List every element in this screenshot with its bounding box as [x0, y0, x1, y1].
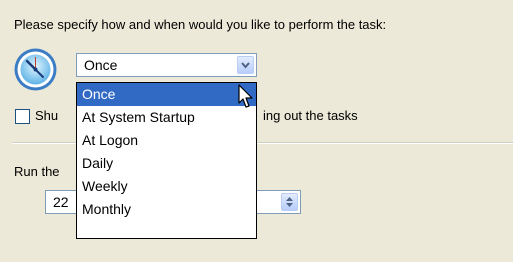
option-monthly[interactable]: Monthly: [77, 198, 256, 221]
schedule-select[interactable]: Once: [76, 53, 257, 77]
run-label: Run the: [14, 164, 60, 179]
clock-icon: [14, 48, 57, 91]
option-once[interactable]: Once: [77, 83, 256, 106]
spin-arrows-icon[interactable]: [281, 193, 298, 211]
option-weekly[interactable]: Weekly: [77, 175, 256, 198]
option-daily[interactable]: Daily: [77, 152, 256, 175]
option-at-system-startup[interactable]: At System Startup: [77, 106, 256, 129]
option-at-logon[interactable]: At Logon: [77, 129, 256, 152]
checkbox-label-end: ing out the tasks: [263, 108, 358, 123]
instruction-text: Please specify how and when would you li…: [14, 17, 387, 32]
time-spinner-value: 22: [53, 194, 69, 210]
checkbox-label-start: Shu: [35, 108, 59, 123]
mouse-pointer-icon: [238, 84, 253, 108]
schedule-selected-value: Once: [84, 57, 118, 73]
option-checkbox[interactable]: [15, 109, 30, 124]
chevron-down-icon[interactable]: [237, 56, 254, 74]
schedule-dropdown-list: Once At System Startup At Logon Daily We…: [76, 82, 257, 239]
